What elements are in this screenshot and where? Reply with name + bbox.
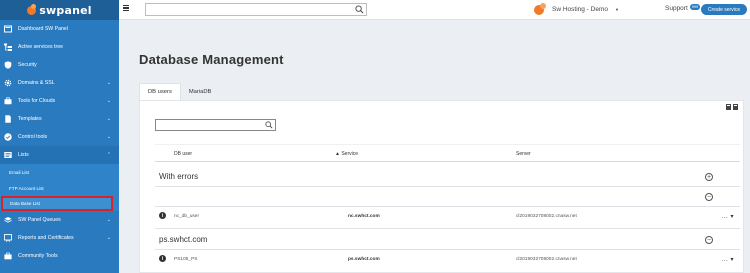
- chevron-down-icon: ⌄: [106, 98, 111, 104]
- cell-db-user: nc_db_user: [174, 214, 200, 219]
- organization-name: Sw Hosting - Demo: [552, 6, 608, 13]
- sidebar-item-label: Security: [18, 62, 37, 68]
- search-icon[interactable]: [265, 121, 273, 129]
- sidebar-item-label: SW Panel Queues: [18, 217, 61, 223]
- sidebar-item-templates[interactable]: Templates ⌄: [0, 110, 119, 128]
- table-row[interactable]: i nc_db_user nc.swhct.com cl201903270800…: [155, 208, 740, 226]
- sidebar-item-community-tools[interactable]: Community Tools: [0, 247, 119, 265]
- chevron-down-icon: ⌄: [106, 80, 111, 86]
- column-header-db-user[interactable]: DB user: [174, 151, 192, 157]
- hamburger-menu-icon[interactable]: [123, 5, 129, 11]
- divider: [155, 206, 740, 207]
- cell-service: ps.swhct.com: [348, 257, 380, 262]
- info-icon[interactable]: i: [159, 212, 166, 219]
- tabs: DB users MariaDB: [139, 83, 219, 100]
- sidebar-item-label: Domains & SSL: [18, 80, 55, 86]
- sidebar-item-active-services-tree[interactable]: Active services tree: [0, 38, 119, 56]
- divider: [155, 249, 740, 250]
- check-circle-icon: [4, 133, 12, 141]
- dashboard-icon: [4, 25, 12, 33]
- sidebar: swpanel Dashboard SW Panel Active servic…: [0, 0, 119, 273]
- chevron-up-icon: ⌃: [106, 152, 111, 158]
- organization-selector[interactable]: Sw Hosting - Demo ▼: [534, 3, 619, 16]
- chevron-down-icon: ⌄: [106, 235, 111, 241]
- caret-down-icon: ▼: [615, 7, 619, 12]
- swhosting-logo-icon: [534, 3, 547, 16]
- sidebar-subitem-data-base-list[interactable]: Data Base List: [1, 196, 113, 211]
- sidebar-item-label: Templates: [18, 116, 42, 122]
- table-header: DB user ▲ Service Server: [155, 144, 740, 162]
- briefcase-icon: [4, 97, 12, 105]
- global-search-input[interactable]: [146, 4, 366, 15]
- sidebar-item-label: Active services tree: [18, 44, 63, 50]
- sidebar-item-label: Reports and Certificates: [18, 235, 74, 241]
- sidebar-subitem-email-list[interactable]: Email List: [0, 164, 119, 180]
- sidebar-item-security[interactable]: Security: [0, 56, 119, 74]
- list-icon: [4, 151, 12, 159]
- cell-service: nc.swhct.com: [348, 214, 380, 219]
- sort-asc-icon: ▲: [335, 151, 340, 157]
- sidebar-item-label: Tools for Clouds: [18, 98, 56, 104]
- sidebar-item-label: Dashboard SW Panel: [18, 26, 68, 32]
- sidebar-item-reports-and-certificates[interactable]: Reports and Certificates ⌄: [0, 229, 119, 247]
- column-header-service[interactable]: ▲ Service: [335, 151, 358, 157]
- column-header-server[interactable]: Server: [516, 151, 531, 157]
- support-label: Support: [665, 5, 688, 12]
- sidebar-item-label: Lists: [18, 152, 29, 158]
- expand-all-icon[interactable]: +: [705, 173, 713, 181]
- collapse-group-icon[interactable]: −: [705, 236, 713, 244]
- chevron-down-icon: ⌄: [106, 134, 111, 140]
- table-filter: [155, 119, 276, 131]
- column-header-service-label: Service: [341, 151, 359, 157]
- sidebar-item-dashboard[interactable]: Dashboard SW Panel: [0, 20, 119, 38]
- support-badge: 999: [689, 3, 701, 10]
- brand-logo[interactable]: swpanel: [0, 0, 119, 20]
- global-search: [145, 3, 367, 16]
- table-filter-input[interactable]: [156, 120, 275, 130]
- gear-icon: [4, 79, 12, 87]
- topbar: Sw Hosting - Demo ▼ Support 999 ▼ Create…: [119, 0, 750, 20]
- report-icon: [4, 234, 12, 242]
- lists-submenu: Email List FTP Account List Data Base Li…: [0, 164, 119, 211]
- create-service-button[interactable]: Create service: [701, 4, 747, 15]
- search-icon[interactable]: [355, 5, 364, 14]
- brand-name: swpanel: [39, 3, 92, 17]
- sidebar-item-sw-panel-queues[interactable]: SW Panel Queues ⌄: [0, 211, 119, 229]
- sidebar-subitem-ftp-account-list[interactable]: FTP Account List: [0, 180, 119, 196]
- cell-server: cl2019032708002.cnasw.net: [516, 257, 577, 262]
- layers-icon: [4, 216, 12, 224]
- sidebar-item-lists[interactable]: Lists ⌃: [0, 146, 119, 164]
- export-excel-icon[interactable]: [726, 104, 731, 110]
- sidebar-item-control-tools[interactable]: Control tools ⌄: [0, 128, 119, 146]
- group-title-with-errors: With errors: [159, 172, 199, 181]
- divider: [155, 228, 740, 229]
- info-icon[interactable]: i: [159, 255, 166, 262]
- sidebar-item-domains-ssl[interactable]: Domains & SSL ⌄: [0, 74, 119, 92]
- group-title-ps-swhct-com: ps.swhct.com: [159, 235, 208, 244]
- document-icon: [4, 115, 12, 123]
- tab-mariadb[interactable]: MariaDB: [181, 83, 220, 100]
- tree-icon: [4, 43, 12, 51]
- tab-db-users[interactable]: DB users: [139, 83, 181, 100]
- sidebar-item-label: Control tools: [18, 134, 48, 140]
- sidebar-item-tools-for-clouds[interactable]: Tools for Clouds ⌄: [0, 92, 119, 110]
- row-actions-menu[interactable]: ... ▾: [722, 256, 734, 263]
- swpanel-logo-icon: [27, 3, 37, 15]
- table-row[interactable]: i PS105_PS ps.swhct.com cl2019032708002.…: [155, 251, 740, 269]
- export-pdf-icon[interactable]: [733, 104, 738, 110]
- collapse-group-icon[interactable]: −: [705, 193, 713, 201]
- shield-icon: [4, 61, 12, 69]
- cell-db-user: PS105_PS: [174, 257, 198, 262]
- chevron-down-icon: ⌄: [106, 217, 111, 223]
- export-buttons: [726, 104, 738, 110]
- row-actions-menu[interactable]: ... ▾: [722, 213, 734, 220]
- divider: [155, 186, 740, 187]
- page-title: Database Management: [139, 52, 284, 67]
- db-users-panel: DB user ▲ Service Server With errors + −…: [139, 100, 744, 273]
- sidebar-item-label: Community Tools: [18, 253, 58, 259]
- chevron-down-icon: ⌄: [106, 116, 111, 122]
- cell-server: cl2019032708002.cnasw.net: [516, 214, 577, 219]
- toolbox-icon: [4, 252, 12, 260]
- sidebar-nav: Dashboard SW Panel Active services tree …: [0, 20, 119, 265]
